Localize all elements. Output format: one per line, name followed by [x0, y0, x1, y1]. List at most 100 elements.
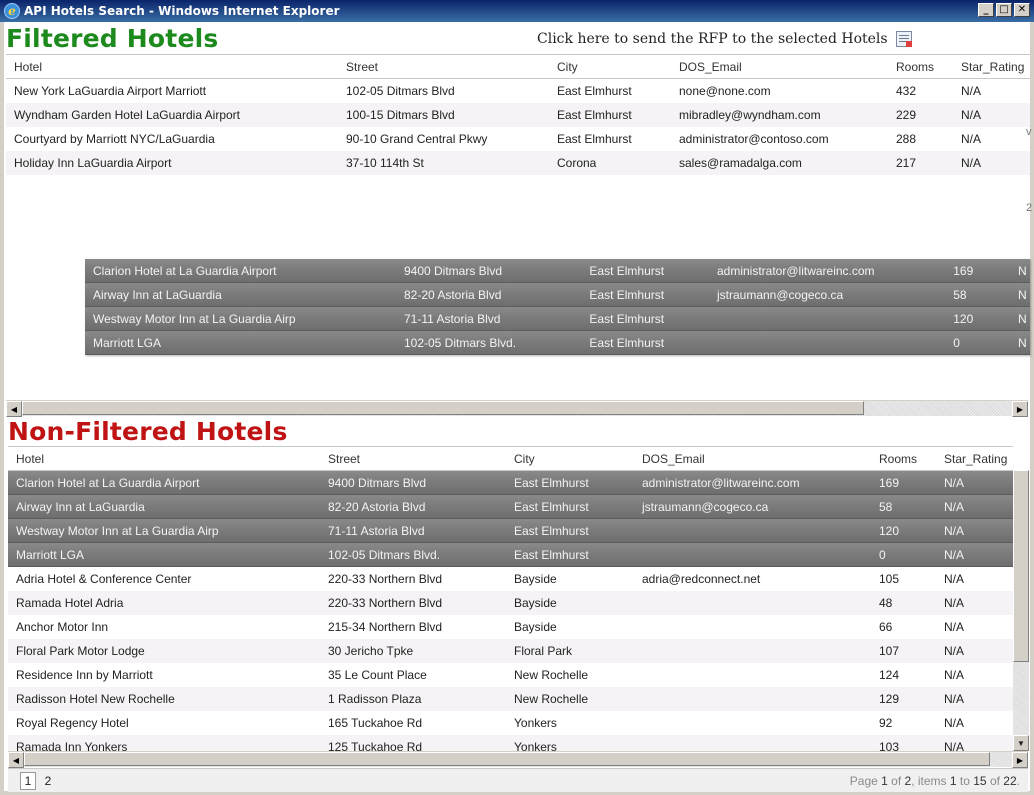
column-header-rooms[interactable]: Rooms [888, 60, 953, 74]
cell-rooms: 169 [953, 263, 974, 278]
table-row[interactable]: Anchor Motor Inn 215-34 Northern Blvd Ba… [8, 615, 1013, 639]
table-row[interactable]: Radisson Hotel New Rochelle 1 Radisson P… [8, 687, 1013, 711]
minimize-button[interactable]: _ [978, 3, 994, 17]
cell-city: Yonkers [514, 740, 557, 751]
grid-header: Hotel Street City DOS_Email Rooms Star_R… [6, 55, 1030, 79]
selected-table-row[interactable]: Westway Motor Inn at La Guardia Airp 71-… [8, 519, 1013, 543]
cell-street: 9400 Ditmars Blvd [403, 263, 503, 278]
table-row[interactable]: Wyndham Garden Hotel LaGuardia Airport 1… [6, 103, 1030, 127]
column-header-star-rating[interactable]: Star_Rating [953, 60, 1030, 74]
page-button-1[interactable]: 1 [20, 771, 36, 790]
cell-star-rating: N/A [944, 620, 965, 634]
scroll-track[interactable] [1013, 470, 1029, 735]
column-header-hotel[interactable]: Hotel [6, 60, 338, 74]
cell-city: East Elmhurst [514, 523, 589, 538]
cell-star-rating: N/A [944, 740, 965, 751]
table-row[interactable]: Holiday Inn LaGuardia Airport 37-10 114t… [6, 151, 1030, 175]
cell-rooms: 107 [879, 644, 900, 658]
table-row[interactable]: New York LaGuardia Airport Marriott 102-… [6, 79, 1030, 103]
cell-city: East Elmhurst [514, 499, 589, 514]
cell-rooms: 288 [896, 132, 917, 146]
cell-star-rating: N/A [961, 132, 982, 146]
column-header-star-rating[interactable]: Star_Rating [936, 452, 1013, 466]
cell-rooms: 129 [879, 692, 900, 706]
cell-street: 102-05 Ditmars Blvd. [403, 335, 517, 350]
scroll-right-icon[interactable]: ▶ [1012, 401, 1028, 417]
cell-hotel: Clarion Hotel at La Guardia Airport [16, 475, 200, 490]
cell-street: 82-20 Astoria Blvd [328, 499, 426, 514]
table-row[interactable]: Ramada Hotel Adria 220-33 Northern Blvd … [8, 591, 1013, 615]
grid-header: Hotel Street City DOS_Email Rooms Star_R… [8, 447, 1013, 471]
scroll-right-icon[interactable]: ▶ [1012, 752, 1028, 768]
cell-city: East Elmhurst [589, 311, 665, 326]
scroll-thumb[interactable] [1013, 470, 1029, 662]
dragged-row[interactable]: Clarion Hotel at La Guardia Airport 9400… [85, 259, 1030, 283]
cell-star-rating: N/A [944, 547, 965, 562]
cell-hotel: Courtyard by Marriott NYC/LaGuardia [14, 132, 215, 146]
cell-star-rating: N [1018, 287, 1027, 302]
scroll-thumb[interactable] [22, 401, 864, 415]
cell-star-rating: N/A [944, 692, 965, 706]
scroll-track[interactable] [22, 401, 1012, 416]
cell-star-rating: N/A [944, 668, 965, 682]
column-header-dos-email[interactable]: DOS_Email [634, 452, 871, 466]
column-header-city[interactable]: City [506, 452, 634, 466]
cell-rooms: 124 [879, 668, 900, 682]
cell-street: 125 Tuckahoe Rd [328, 740, 423, 751]
column-header-hotel[interactable]: Hotel [8, 452, 320, 466]
scroll-down-icon[interactable]: ▼ [1013, 735, 1029, 751]
cell-email: jstraumann@cogeco.ca [642, 499, 769, 514]
cell-rooms: 58 [953, 287, 967, 302]
dragged-row[interactable]: Marriott LGA 102-05 Ditmars Blvd. East E… [85, 331, 1030, 355]
dragged-row[interactable]: Airway Inn at LaGuardia 82-20 Astoria Bl… [85, 283, 1030, 307]
cell-street: 220-33 Northern Blvd [328, 572, 443, 586]
internet-explorer-icon: e [4, 3, 20, 19]
cell-street: 100-15 Ditmars Blvd [346, 108, 455, 122]
table-row[interactable]: Adria Hotel & Conference Center 220-33 N… [8, 567, 1013, 591]
selected-table-row[interactable]: Marriott LGA 102-05 Ditmars Blvd. East E… [8, 543, 1013, 567]
cell-rooms: 120 [879, 523, 900, 538]
dragged-row[interactable]: Westway Motor Inn at La Guardia Airp 71-… [85, 307, 1030, 331]
table-row[interactable]: Ramada Inn Yonkers 125 Tuckahoe Rd Yonke… [8, 735, 1013, 751]
cell-rooms: 0 [953, 335, 960, 350]
drag-preview[interactable]: Clarion Hotel at La Guardia Airport 9400… [85, 259, 1030, 355]
close-button[interactable]: ✕ [1014, 3, 1030, 17]
stray-mark: v [1026, 126, 1032, 138]
send-rfp-link[interactable]: Click here to send the RFP to the select… [537, 31, 912, 47]
scroll-track[interactable] [24, 752, 1012, 767]
maximize-button[interactable]: □ [996, 3, 1012, 17]
non-filtered-horizontal-scrollbar[interactable]: ◀ ▶ [8, 751, 1028, 768]
table-row[interactable]: Royal Regency Hotel 165 Tuckahoe Rd Yonk… [8, 711, 1013, 735]
cell-hotel: New York LaGuardia Airport Marriott [14, 84, 207, 98]
column-header-city[interactable]: City [549, 60, 671, 74]
table-row[interactable]: Courtyard by Marriott NYC/LaGuardia 90-1… [6, 127, 1030, 151]
window-controls: _ □ ✕ [978, 3, 1030, 17]
table-row[interactable]: Floral Park Motor Lodge 30 Jericho Tpke … [8, 639, 1013, 663]
page-button-2[interactable]: 2 [40, 772, 56, 790]
filtered-horizontal-scrollbar[interactable]: ◀ ▶ [6, 400, 1028, 417]
cell-hotel: Adria Hotel & Conference Center [16, 572, 192, 586]
selected-table-row[interactable]: Airway Inn at LaGuardia 82-20 Astoria Bl… [8, 495, 1013, 519]
send-rfp-label[interactable]: Click here to send the RFP to the select… [537, 31, 888, 47]
scroll-thumb[interactable] [24, 752, 990, 766]
column-header-rooms[interactable]: Rooms [871, 452, 936, 466]
document-icon[interactable] [895, 31, 912, 47]
scroll-left-icon[interactable]: ◀ [8, 752, 24, 768]
cell-hotel: Westway Motor Inn at La Guardia Airp [16, 523, 219, 538]
cell-city: Bayside [514, 572, 557, 586]
cell-rooms: 66 [879, 620, 893, 634]
cell-city: East Elmhurst [514, 475, 589, 490]
scroll-left-icon[interactable]: ◀ [6, 401, 22, 417]
column-header-street[interactable]: Street [338, 60, 549, 74]
cell-hotel: Holiday Inn LaGuardia Airport [14, 156, 172, 170]
cell-rooms: 103 [879, 740, 900, 751]
column-header-dos-email[interactable]: DOS_Email [671, 60, 888, 74]
non-filtered-vertical-scrollbar[interactable]: ▼ [1013, 470, 1029, 751]
cell-city: Yonkers [514, 716, 557, 730]
table-row[interactable]: Residence Inn by Marriott 35 Le Count Pl… [8, 663, 1013, 687]
window-title: API Hotels Search - Windows Internet Exp… [24, 4, 340, 18]
cell-city: East Elmhurst [589, 287, 665, 302]
selected-table-row[interactable]: Clarion Hotel at La Guardia Airport 9400… [8, 471, 1013, 495]
column-header-street[interactable]: Street [320, 452, 506, 466]
cell-street: 30 Jericho Tpke [328, 644, 414, 658]
